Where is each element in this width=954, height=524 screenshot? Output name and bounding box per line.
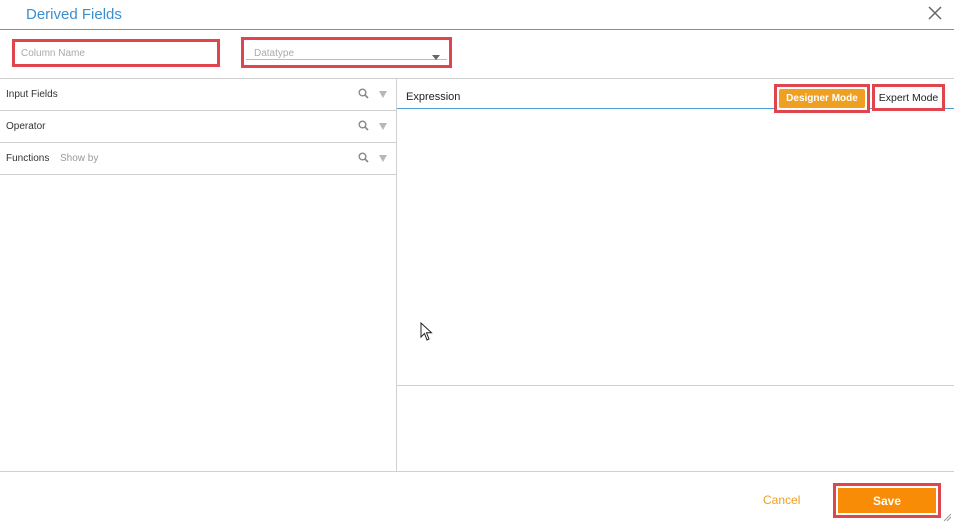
resize-grip-icon[interactable] (943, 513, 951, 521)
operator-row[interactable]: Operator (0, 111, 396, 143)
expression-panel: Expression Designer Mode Expert Mode (397, 79, 954, 471)
functions-row[interactable]: Functions Show by (0, 143, 396, 175)
dialog-title: Derived Fields (26, 6, 122, 23)
column-name-field-wrapper (12, 39, 220, 67)
search-icon[interactable] (358, 152, 369, 163)
designer-mode-wrapper: Designer Mode (774, 84, 870, 113)
dialog-titlebar: Derived Fields (0, 0, 954, 30)
cancel-button[interactable]: Cancel (763, 493, 800, 507)
functions-label: Functions (6, 153, 50, 164)
field-definition-bar: Datatype (0, 31, 954, 79)
expert-mode-button[interactable]: Expert Mode (872, 84, 945, 111)
filter-icon[interactable] (379, 91, 387, 98)
dialog-footer: Cancel Save (0, 471, 954, 524)
designer-mode-button[interactable]: Designer Mode (779, 89, 865, 108)
expression-label: Expression (406, 91, 461, 103)
chevron-down-icon (432, 55, 440, 60)
filter-icon[interactable] (379, 123, 387, 130)
fields-panel: Input Fields Operator Functions Show by (0, 79, 397, 471)
search-icon[interactable] (358, 120, 369, 131)
expression-editor[interactable] (397, 110, 954, 386)
save-button-wrapper: Save (833, 483, 941, 518)
expression-header: Expression Designer Mode Expert Mode (397, 79, 954, 113)
datatype-select-inner: Datatype (246, 42, 447, 60)
search-icon[interactable] (358, 88, 369, 99)
filter-icon[interactable] (379, 155, 387, 162)
mouse-pointer-icon (420, 322, 433, 341)
input-fields-label: Input Fields (6, 89, 58, 100)
save-button[interactable]: Save (838, 488, 936, 513)
close-icon[interactable] (926, 4, 944, 22)
column-name-input[interactable] (15, 42, 217, 64)
operator-label: Operator (6, 121, 46, 132)
input-fields-row[interactable]: Input Fields (0, 79, 396, 111)
show-by-label[interactable]: Show by (60, 153, 98, 164)
datatype-placeholder: Datatype (254, 48, 295, 59)
datatype-select[interactable]: Datatype (241, 37, 452, 68)
